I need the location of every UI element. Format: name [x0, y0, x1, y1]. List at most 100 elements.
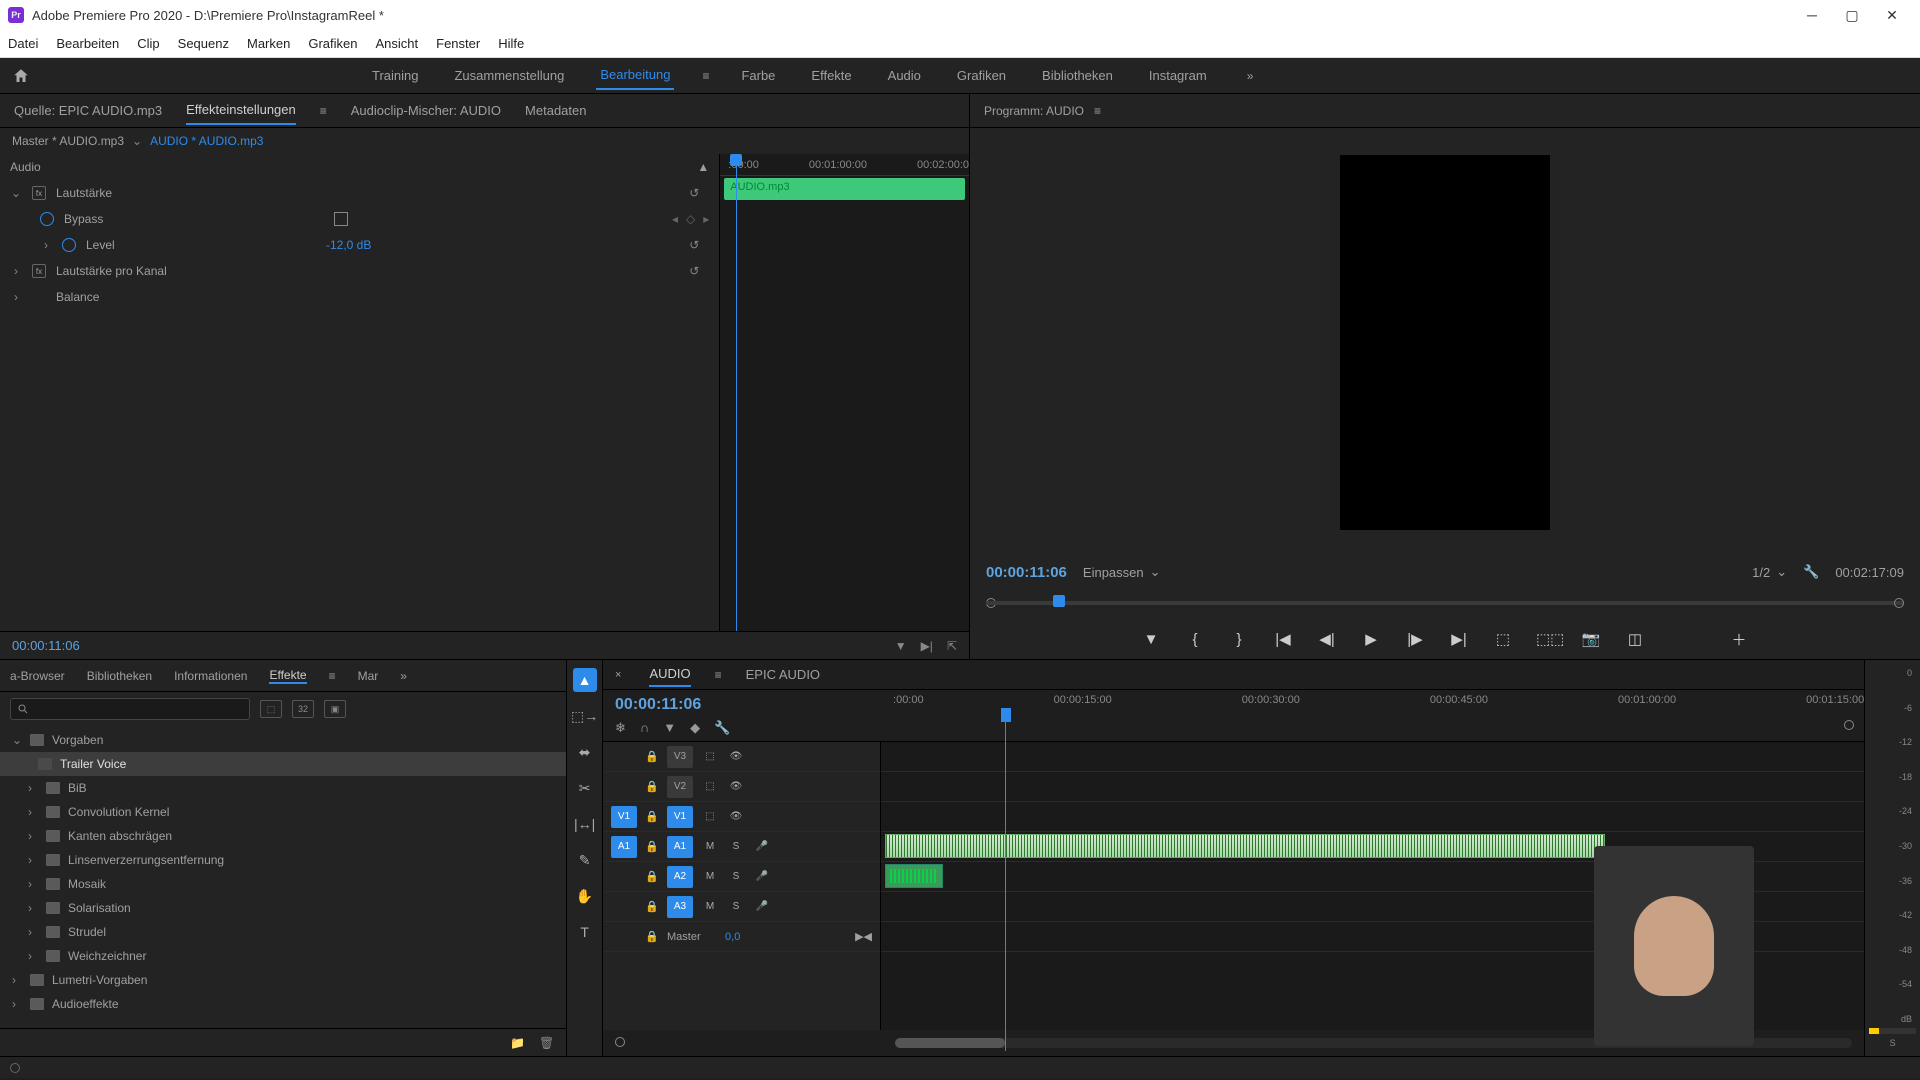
- tab-quelle[interactable]: Quelle: EPIC AUDIO.mp3: [14, 97, 162, 124]
- tree-item-audioeffekte[interactable]: ›Audioeffekte: [0, 992, 566, 1016]
- tree-item-convolution[interactable]: ›Convolution Kernel: [0, 800, 566, 824]
- scrollbar-thumb[interactable]: [895, 1038, 1005, 1048]
- lock-icon[interactable]: 🔒: [645, 810, 659, 823]
- slip-tool[interactable]: |↔|: [573, 812, 597, 836]
- audio-clip-a2[interactable]: [885, 864, 943, 888]
- new-bin-icon[interactable]: 📁: [510, 1036, 525, 1050]
- voice-over-icon[interactable]: 🎤: [753, 901, 771, 912]
- reset-icon[interactable]: ↺: [689, 264, 699, 278]
- clip-link[interactable]: AUDIO * AUDIO.mp3: [150, 134, 263, 148]
- status-indicator-icon[interactable]: [10, 1063, 20, 1073]
- tab-effekteinstellungen[interactable]: Effekteinstellungen: [186, 96, 296, 125]
- source-patch[interactable]: V1: [611, 806, 637, 828]
- out-point-icon[interactable]: }: [1228, 631, 1250, 648]
- tree-item-mosaik[interactable]: ›Mosaik: [0, 872, 566, 896]
- eye-icon[interactable]: 👁: [727, 781, 745, 792]
- balance-row[interactable]: › Balance: [0, 284, 719, 310]
- workspace-effekte[interactable]: Effekte: [807, 62, 855, 89]
- level-value[interactable]: -12,0 dB: [326, 238, 371, 252]
- tab-bibliotheken[interactable]: Bibliotheken: [87, 669, 152, 683]
- compare-icon[interactable]: ◫: [1624, 630, 1646, 648]
- workspace-bearbeitung[interactable]: Bearbeitung: [596, 61, 674, 90]
- tree-item-trailer-voice[interactable]: Trailer Voice: [0, 752, 566, 776]
- tab-mar[interactable]: Mar: [358, 669, 379, 683]
- tab-audioclip-mischer[interactable]: Audioclip-Mischer: AUDIO: [351, 97, 501, 124]
- play-only-icon[interactable]: ▶|: [921, 639, 933, 653]
- menu-hilfe[interactable]: Hilfe: [498, 36, 524, 51]
- mute-toggle[interactable]: M: [701, 901, 719, 912]
- tree-item-bib[interactable]: ›BiB: [0, 776, 566, 800]
- wrench-icon[interactable]: 🔧: [714, 720, 730, 736]
- twirl-right-icon[interactable]: ›: [10, 264, 22, 278]
- tree-item-lumetri[interactable]: ›Lumetri-Vorgaben: [0, 968, 566, 992]
- expand-icon[interactable]: ▶◀: [855, 930, 872, 943]
- solo-toggle[interactable]: S: [727, 901, 745, 912]
- audio-clip-a1[interactable]: [885, 834, 1605, 858]
- linked-selection-icon[interactable]: ∩: [640, 720, 649, 736]
- track-v3[interactable]: 🔒V3⬚👁: [603, 742, 880, 772]
- go-to-in-icon[interactable]: |◀: [1272, 630, 1294, 648]
- camera-icon[interactable]: 📷: [1580, 630, 1602, 648]
- selection-tool[interactable]: ▲: [573, 668, 597, 692]
- zoom-out-icon[interactable]: [615, 1037, 625, 1047]
- workspace-grafiken[interactable]: Grafiken: [953, 62, 1010, 89]
- tree-item-linsen[interactable]: ›Linsenverzerrungsentfernung: [0, 848, 566, 872]
- close-button[interactable]: ✕: [1872, 0, 1912, 30]
- snap-icon[interactable]: ❄: [615, 720, 626, 736]
- marker-icon[interactable]: ▼: [1140, 631, 1162, 648]
- chevron-down-icon[interactable]: ⌄: [132, 134, 142, 148]
- add-button-icon[interactable]: ＋: [1728, 629, 1750, 650]
- reset-icon[interactable]: ↺: [689, 238, 699, 252]
- hand-tool[interactable]: ✋: [573, 884, 597, 908]
- zoom-fit-dropdown[interactable]: Einpassen⌄: [1083, 564, 1161, 580]
- home-button[interactable]: [12, 66, 32, 86]
- overflow-icon[interactable]: »: [400, 669, 407, 683]
- tab-informationen[interactable]: Informationen: [174, 669, 247, 683]
- solo-label[interactable]: S: [1869, 1038, 1916, 1048]
- export-icon[interactable]: ⇱: [947, 639, 957, 653]
- track-a2[interactable]: 🔒A2MS🎤: [603, 862, 880, 892]
- tree-item-weichzeichner[interactable]: ›Weichzeichner: [0, 944, 566, 968]
- track-select-tool[interactable]: ⬚→: [573, 704, 597, 728]
- sync-lock-icon[interactable]: ⬚: [701, 811, 719, 822]
- tree-item-solarisation[interactable]: ›Solarisation: [0, 896, 566, 920]
- sequence-tab-epic[interactable]: EPIC AUDIO: [746, 663, 820, 686]
- track-v2[interactable]: 🔒V2⬚👁: [603, 772, 880, 802]
- resolution-dropdown[interactable]: 1/2⌄: [1752, 564, 1787, 580]
- mini-clip-bar[interactable]: AUDIO.mp3: [724, 178, 965, 200]
- close-sequence-icon[interactable]: ×: [615, 669, 621, 681]
- add-keyframe-icon[interactable]: ◇: [686, 212, 695, 226]
- twirl-down-icon[interactable]: ⌄: [10, 186, 22, 200]
- step-back-icon[interactable]: ◀|: [1316, 630, 1338, 648]
- fx-badge-icon[interactable]: fx: [32, 186, 46, 200]
- tree-item-kanten[interactable]: ›Kanten abschrägen: [0, 824, 566, 848]
- menu-bearbeiten[interactable]: Bearbeiten: [56, 36, 119, 51]
- track-a1[interactable]: A1🔒A1MS🎤: [603, 832, 880, 862]
- program-tab[interactable]: Programm: AUDIO: [984, 104, 1084, 118]
- lock-icon[interactable]: 🔒: [645, 900, 659, 913]
- ripple-tool[interactable]: ⬌: [573, 740, 597, 764]
- audio-section-header[interactable]: Audio ▲: [0, 154, 719, 180]
- lane-v3[interactable]: [881, 742, 1864, 772]
- type-tool[interactable]: T: [573, 920, 597, 944]
- bypass-checkbox[interactable]: [334, 212, 348, 226]
- tree-item-strudel[interactable]: ›Strudel: [0, 920, 566, 944]
- next-keyframe-icon[interactable]: ▸: [703, 212, 709, 226]
- marker-icon[interactable]: ▼: [663, 720, 676, 736]
- fx-badge-icon[interactable]: fx: [32, 264, 46, 278]
- in-point-icon[interactable]: {: [1184, 631, 1206, 648]
- menu-datei[interactable]: Datei: [8, 36, 38, 51]
- lane-v2[interactable]: [881, 772, 1864, 802]
- maximize-button[interactable]: ▢: [1832, 0, 1872, 30]
- workspace-menu-icon[interactable]: ≡: [702, 69, 709, 83]
- timeline-ruler[interactable]: :00:00 00:00:15:00 00:00:30:00 00:00:45:…: [881, 690, 1864, 741]
- twirl-right-icon[interactable]: ›: [40, 238, 52, 252]
- lock-icon[interactable]: 🔒: [645, 930, 659, 943]
- filter-icon[interactable]: ▼: [895, 639, 907, 653]
- tab-browser[interactable]: a-Browser: [10, 669, 65, 683]
- step-forward-icon[interactable]: |▶: [1404, 630, 1426, 648]
- eye-icon[interactable]: 👁: [727, 811, 745, 822]
- search-input[interactable]: [10, 698, 250, 720]
- workspace-farbe[interactable]: Farbe: [737, 62, 779, 89]
- menu-ansicht[interactable]: Ansicht: [375, 36, 418, 51]
